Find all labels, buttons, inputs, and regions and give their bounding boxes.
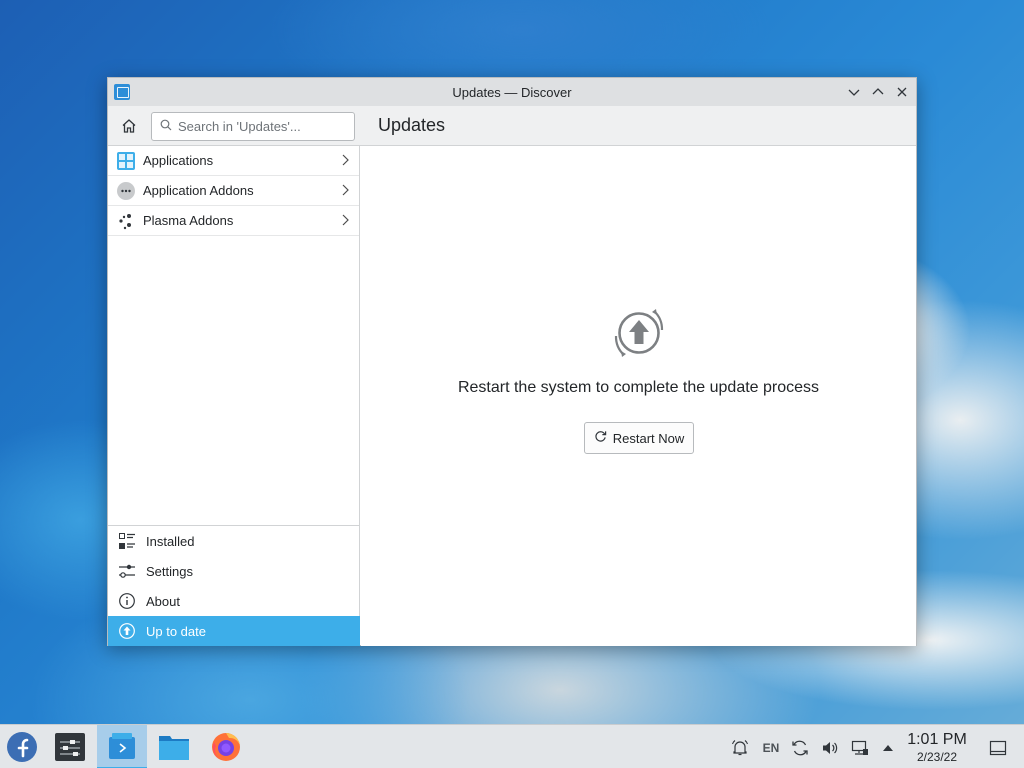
nav-item-label: Up to date — [146, 623, 206, 639]
chevron-right-icon — [341, 214, 349, 229]
updates-refresh-icon[interactable] — [789, 737, 811, 759]
search-box[interactable] — [151, 112, 355, 141]
home-icon[interactable] — [116, 113, 142, 139]
clock-time: 1:01 PM — [907, 731, 967, 748]
volume-icon[interactable] — [819, 737, 841, 759]
digital-clock[interactable]: 1:01 PM 2/23/22 — [900, 731, 974, 764]
network-wired-icon[interactable] — [849, 737, 871, 759]
nav-item-label: Settings — [146, 563, 193, 579]
system-settings-icon[interactable] — [45, 725, 95, 768]
close-icon[interactable] — [892, 82, 912, 102]
installed-list-icon — [118, 532, 136, 550]
update-arrow-icon — [118, 622, 136, 640]
page-title: Updates — [378, 115, 446, 135]
nav-item-label: Installed — [146, 533, 195, 549]
restart-message: Restart the system to complete the updat… — [457, 379, 820, 396]
sidebar-item-application-addons[interactable]: Application Addons — [108, 176, 359, 206]
system-update-icon — [612, 306, 666, 363]
keyboard-layout-indicator[interactable]: EN — [759, 737, 783, 759]
settings-sliders-icon — [118, 562, 136, 580]
sidebar-item-label: Plasma Addons — [143, 213, 234, 228]
search-icon — [160, 119, 172, 134]
show-desktop-icon[interactable] — [987, 737, 1009, 759]
discover-window: Updates — Discover Updates — [107, 77, 917, 646]
nav-item-installed[interactable]: Installed — [108, 526, 360, 556]
applications-grid-icon — [117, 151, 135, 170]
notifications-bell-icon[interactable] — [729, 737, 751, 759]
sidebar-item-plasma-addons[interactable]: Plasma Addons — [108, 206, 359, 236]
firefox-icon[interactable] — [201, 725, 251, 768]
search-input[interactable] — [178, 119, 338, 134]
discover-app-icon[interactable] — [114, 84, 130, 100]
nav-item-settings[interactable]: Settings — [108, 556, 360, 586]
nav-item-label: About — [146, 593, 180, 609]
refresh-icon — [594, 430, 607, 446]
window-titlebar[interactable]: Updates — Discover — [108, 78, 916, 106]
toolbar: Updates — [108, 106, 916, 146]
maximize-icon[interactable] — [868, 82, 888, 102]
restart-now-label: Restart Now — [612, 430, 685, 446]
tray-expand-arrow-icon[interactable] — [877, 737, 899, 759]
clock-date: 2/23/22 — [916, 750, 958, 764]
restart-now-button[interactable]: Restart Now — [584, 422, 694, 454]
chevron-right-icon — [341, 154, 349, 169]
sidebar: Applications Application Addons Plasma A… — [108, 146, 360, 646]
nav-item-updates[interactable]: Up to date — [108, 616, 360, 646]
main-content: Restart the system to complete the updat… — [361, 146, 916, 646]
sidebar-item-applications[interactable]: Applications — [108, 146, 359, 176]
nav-item-about[interactable]: About — [108, 586, 360, 616]
discover-icon[interactable] — [97, 725, 147, 768]
info-icon — [118, 592, 136, 610]
file-manager-icon[interactable] — [149, 725, 199, 768]
minimize-icon[interactable] — [844, 82, 864, 102]
chevron-right-icon — [341, 184, 349, 199]
window-controls — [844, 82, 912, 102]
bottom-nav: Installed Settings About Up to date — [108, 525, 360, 646]
window-title: Updates — Discover — [452, 84, 572, 100]
fedora-launcher-icon[interactable] — [0, 725, 44, 768]
sidebar-item-label: Application Addons — [143, 183, 254, 198]
sidebar-item-label: Applications — [143, 153, 214, 168]
addons-dots-icon — [117, 181, 135, 200]
plasma-addons-icon — [117, 212, 135, 230]
taskbar: EN 1:01 PM 2/23/22 — [0, 724, 1024, 768]
